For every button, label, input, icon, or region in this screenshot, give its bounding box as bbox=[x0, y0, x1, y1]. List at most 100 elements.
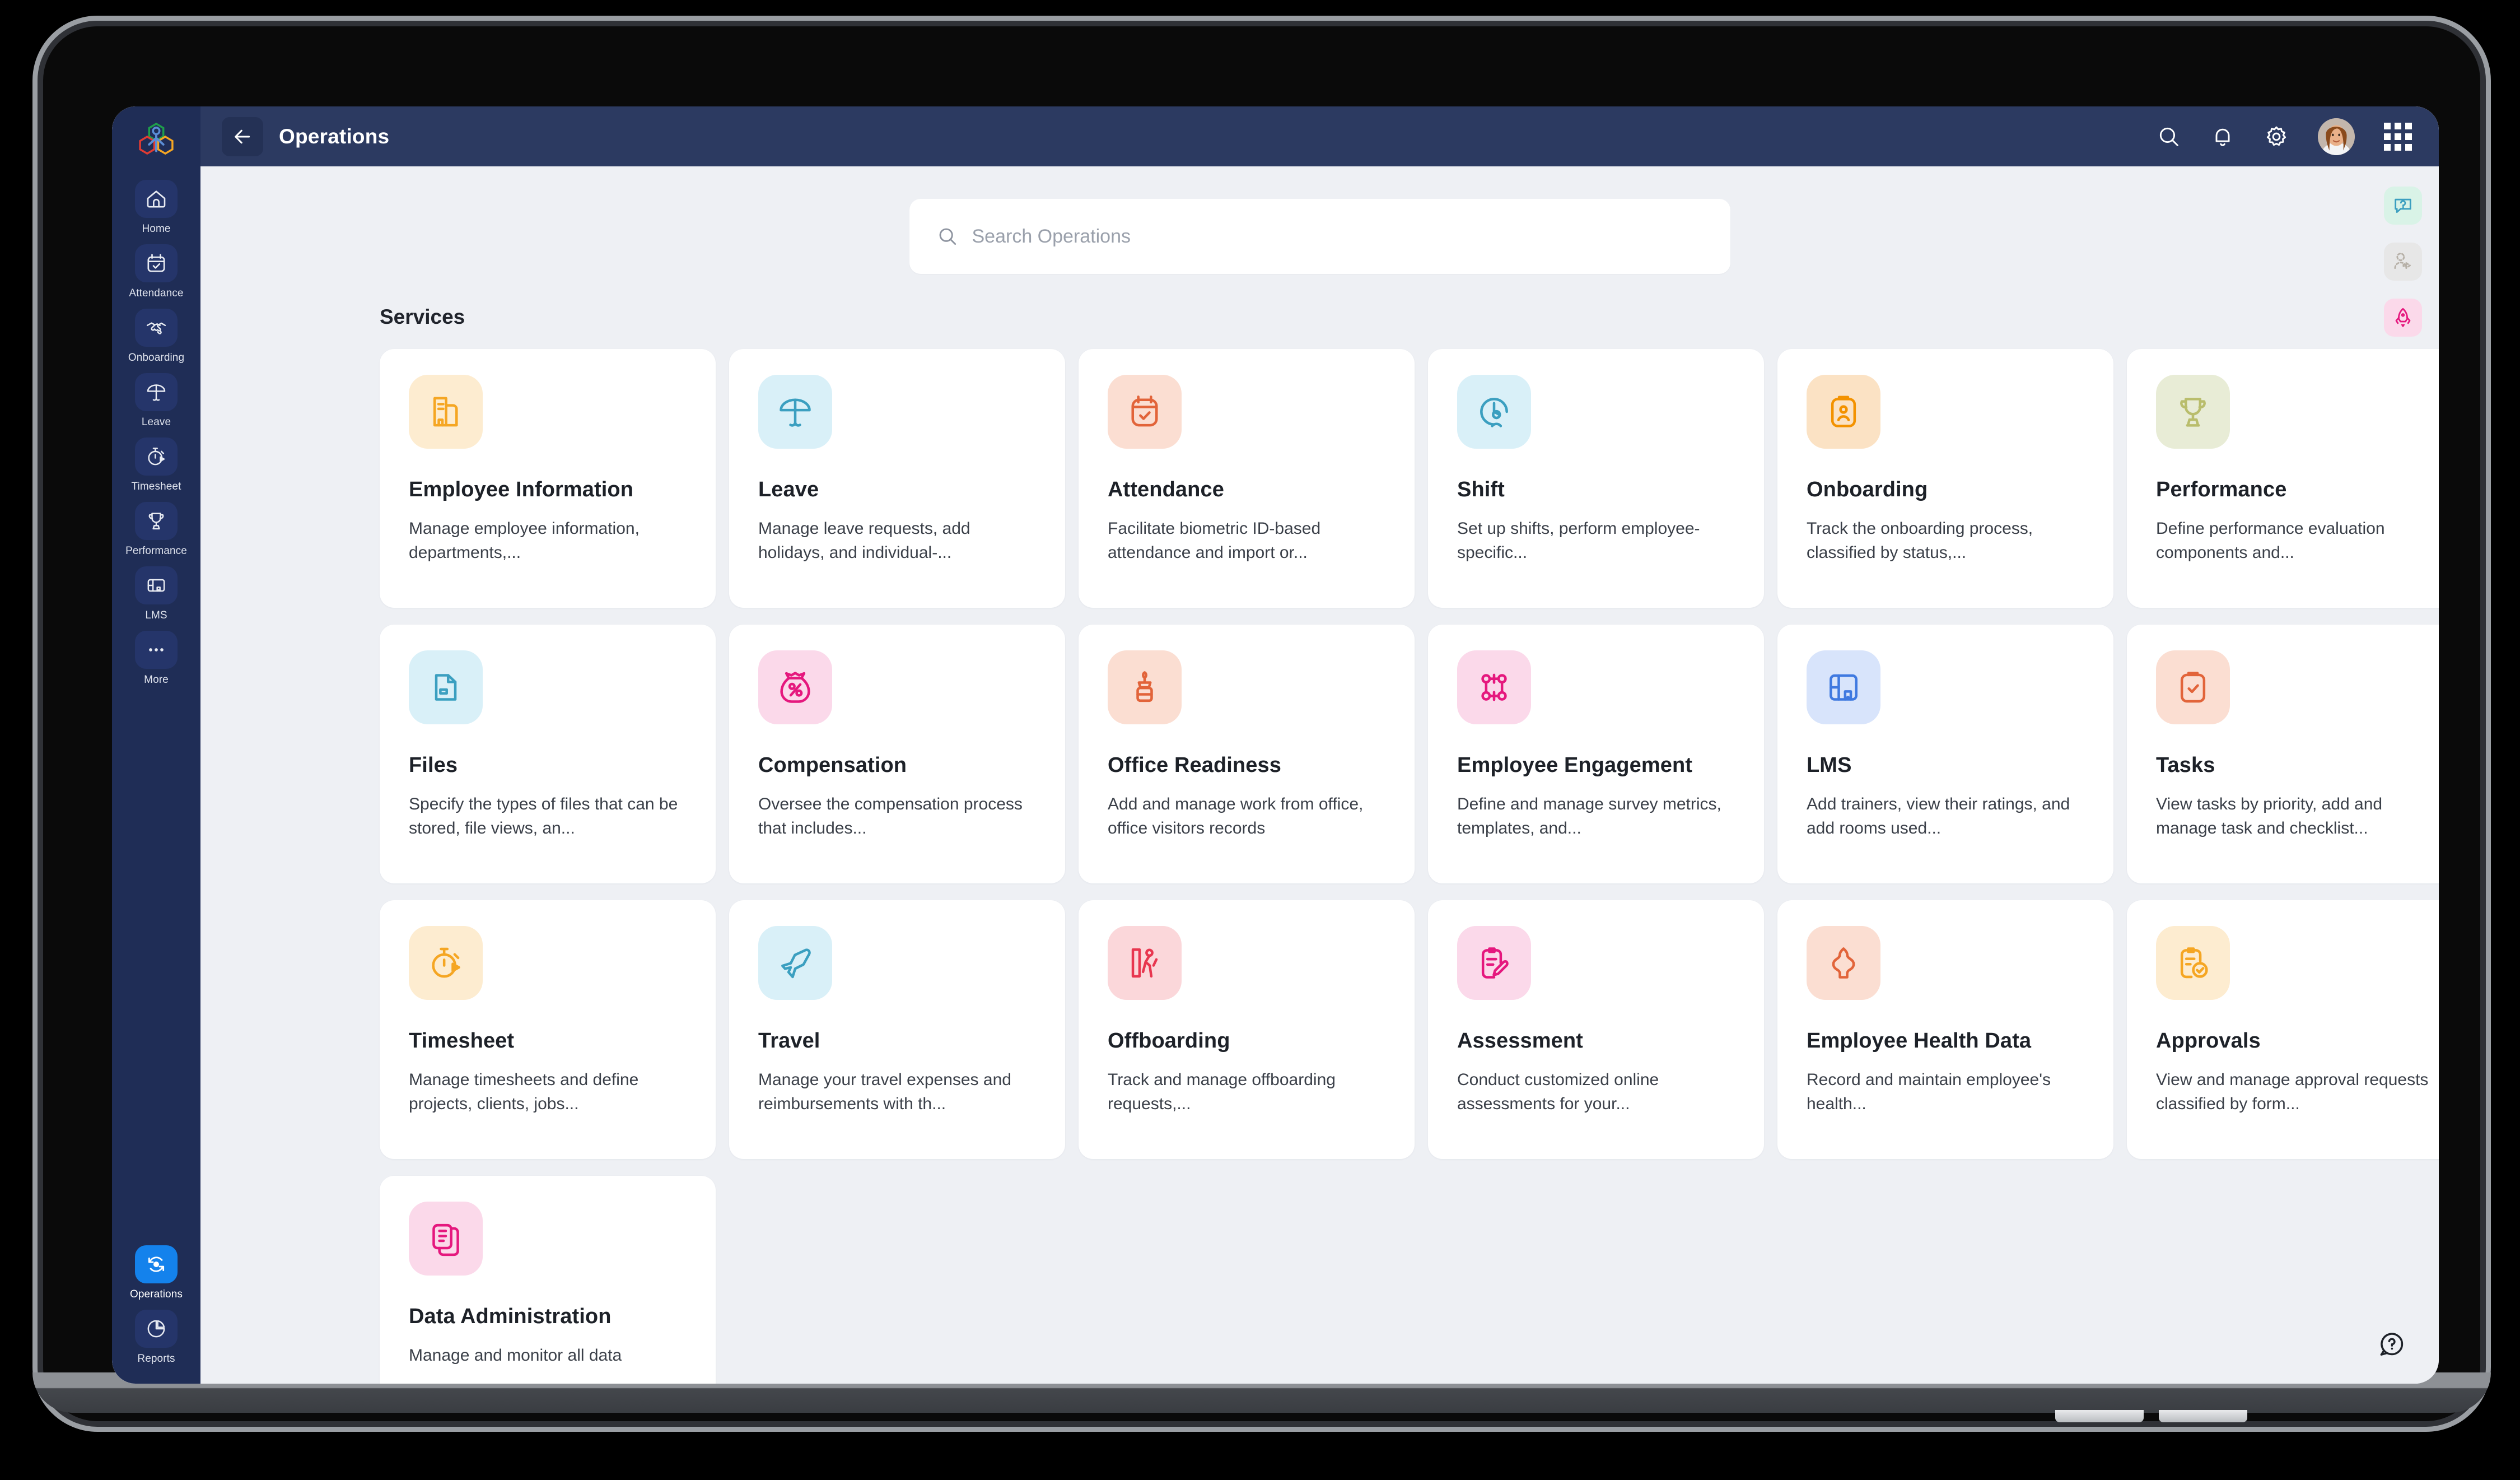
service-card-description: Conduct customized online assessments fo… bbox=[1457, 1071, 1659, 1114]
sidebar-item-timesheet[interactable]: Timesheet bbox=[112, 432, 200, 497]
search-icon[interactable] bbox=[2157, 124, 2181, 149]
service-card-description: Add and manage work from office, office … bbox=[1108, 795, 1364, 838]
service-card-title: Timesheet bbox=[409, 1029, 515, 1053]
sidebar-item-performance[interactable]: Performance bbox=[112, 497, 200, 561]
sidebar-item-label: Home bbox=[142, 223, 171, 235]
avatar[interactable] bbox=[2318, 118, 2355, 155]
service-card[interactable]: Files Specify the types of files that can… bbox=[380, 625, 716, 883]
service-card[interactable]: Attendance Facilitate biometric ID-based … bbox=[1079, 349, 1415, 608]
service-card[interactable]: Onboarding Track the onboarding process, … bbox=[1777, 349, 2113, 608]
service-card-description: Manage employee information, departments… bbox=[409, 519, 640, 562]
service-card[interactable]: Travel Manage your travel expenses and re… bbox=[729, 900, 1065, 1159]
home-icon bbox=[135, 180, 178, 218]
service-card-description: Record and maintain employee's health... bbox=[1807, 1071, 2051, 1114]
service-card-description: Manage timesheets and define projects, c… bbox=[409, 1071, 639, 1114]
main-content: Services Employee Information Manage empl… bbox=[200, 166, 2439, 1384]
sidebar-item-attendance[interactable]: Attendance bbox=[112, 239, 200, 304]
service-card-description: Add trainers, view their ratings, and ad… bbox=[1807, 795, 2070, 838]
service-card-title: Office Readiness bbox=[1108, 753, 1281, 777]
service-card-title: Leave bbox=[758, 478, 819, 501]
stopwatch-icon bbox=[135, 438, 178, 476]
top-app-bar: Operations bbox=[200, 106, 2439, 166]
trophy-icon bbox=[135, 502, 178, 540]
service-card[interactable]: Employee Health Data Record and maintain … bbox=[1777, 900, 2113, 1159]
gear-icon[interactable] bbox=[2264, 124, 2289, 149]
service-card-title: Employee Health Data bbox=[1807, 1029, 2032, 1053]
device-foot-left bbox=[2055, 1410, 2144, 1422]
sidebar-bottom-list: Operations Reports bbox=[112, 1240, 200, 1384]
service-card[interactable]: Employee Engagement Define and manage sur… bbox=[1428, 625, 1764, 883]
building-document-icon bbox=[409, 375, 483, 449]
pie-chart-icon bbox=[135, 1310, 178, 1348]
service-card-title: Assessment bbox=[1457, 1029, 1583, 1053]
sidebar-item-lms[interactable]: LMS bbox=[112, 561, 200, 626]
engagement-network-icon bbox=[1457, 650, 1531, 724]
service-card-title: Travel bbox=[758, 1029, 820, 1053]
device-foot-right bbox=[2159, 1410, 2247, 1422]
search-input[interactable] bbox=[972, 225, 1655, 248]
sidebar-item-operations[interactable]: Operations bbox=[112, 1240, 200, 1305]
sidebar-nav-list: Home Attendance Onboarding Leave Timeshe… bbox=[112, 175, 200, 1240]
service-card[interactable]: Tasks View tasks by priority, add and man… bbox=[2127, 625, 2439, 883]
service-card-description: Track and manage offboarding requests,..… bbox=[1108, 1071, 1336, 1114]
documents-stack-icon bbox=[409, 1202, 483, 1276]
trophy-icon bbox=[2156, 375, 2230, 449]
service-card[interactable]: Leave Manage leave requests, add holidays… bbox=[729, 349, 1065, 608]
airplane-icon bbox=[758, 926, 832, 1000]
help-chat-icon[interactable] bbox=[2384, 187, 2422, 225]
sidebar-item-onboarding[interactable]: Onboarding bbox=[112, 304, 200, 368]
services-grid: Employee Information Manage employee info… bbox=[380, 349, 2439, 1384]
sidebar-item-home[interactable]: Home bbox=[112, 175, 200, 239]
help-question-icon[interactable] bbox=[2375, 1328, 2409, 1361]
search-area bbox=[200, 166, 2439, 274]
service-card[interactable]: Office Readiness Add and manage work from… bbox=[1079, 625, 1415, 883]
sidebar-item-label: Timesheet bbox=[131, 481, 181, 492]
service-card-description: Manage and monitor all data bbox=[409, 1346, 622, 1365]
sidebar-item-reports[interactable]: Reports bbox=[112, 1305, 200, 1369]
service-card[interactable]: Shift Set up shifts, perform employee-spe… bbox=[1428, 349, 1764, 608]
sidebar-item-more[interactable]: More bbox=[112, 626, 200, 690]
sidebar: Home Attendance Onboarding Leave Timeshe… bbox=[112, 106, 200, 1384]
service-card-description: Oversee the compensation process that in… bbox=[758, 795, 1023, 838]
bell-icon[interactable] bbox=[2210, 124, 2235, 149]
stopwatch-icon bbox=[409, 926, 483, 1000]
sidebar-item-label: Leave bbox=[141, 416, 171, 428]
service-card[interactable]: Timesheet Manage timesheets and define pr… bbox=[380, 900, 716, 1159]
service-card-title: Files bbox=[409, 753, 458, 777]
service-card-title: Compensation bbox=[758, 753, 907, 777]
search-box[interactable] bbox=[909, 199, 1730, 274]
service-card-description: Define performance evaluation components… bbox=[2156, 519, 2385, 562]
sidebar-item-leave[interactable]: Leave bbox=[112, 368, 200, 432]
service-card[interactable]: Employee Information Manage employee info… bbox=[380, 349, 716, 608]
beach-umbrella-icon bbox=[758, 375, 832, 449]
top-bar-actions bbox=[2157, 118, 2412, 155]
service-card[interactable]: Data Administration Manage and monitor al… bbox=[380, 1176, 716, 1384]
book-icon bbox=[1807, 650, 1880, 724]
service-card[interactable]: LMS Add trainers, view their ratings, and… bbox=[1777, 625, 2113, 883]
service-card-title: LMS bbox=[1807, 753, 1852, 777]
service-card[interactable]: Compensation Oversee the compensation pro… bbox=[729, 625, 1065, 883]
hexagon-people-logo[interactable] bbox=[136, 120, 177, 161]
rocket-icon[interactable] bbox=[2384, 299, 2422, 337]
sidebar-item-label: Attendance bbox=[129, 287, 184, 299]
service-card-title: Shift bbox=[1457, 478, 1505, 501]
service-card-title: Onboarding bbox=[1807, 478, 1928, 501]
book-icon bbox=[135, 566, 178, 604]
service-card-title: Approvals bbox=[2156, 1029, 2261, 1053]
service-card-description: View tasks by priority, add and manage t… bbox=[2156, 795, 2383, 838]
service-card-description: Set up shifts, perform employee-specific… bbox=[1457, 519, 1700, 562]
office-desk-icon bbox=[1108, 650, 1182, 724]
service-card[interactable]: Performance Define performance evaluation… bbox=[2127, 349, 2439, 608]
service-card[interactable]: Assessment Conduct customized online asse… bbox=[1428, 900, 1764, 1159]
back-button[interactable] bbox=[222, 117, 263, 156]
service-card-title: Attendance bbox=[1108, 478, 1224, 501]
money-bag-icon bbox=[758, 650, 832, 724]
service-card-description: Define and manage survey metrics, templa… bbox=[1457, 795, 1721, 838]
service-card[interactable]: Offboarding Track and manage offboarding … bbox=[1079, 900, 1415, 1159]
service-card-title: Performance bbox=[2156, 478, 2287, 501]
service-card[interactable]: Approvals View and manage approval reques… bbox=[2127, 900, 2439, 1159]
sidebar-item-label: Performance bbox=[125, 545, 187, 557]
refer-user-icon[interactable] bbox=[2384, 243, 2422, 281]
health-body-icon bbox=[1807, 926, 1880, 1000]
apps-grid-icon[interactable] bbox=[2384, 122, 2412, 151]
